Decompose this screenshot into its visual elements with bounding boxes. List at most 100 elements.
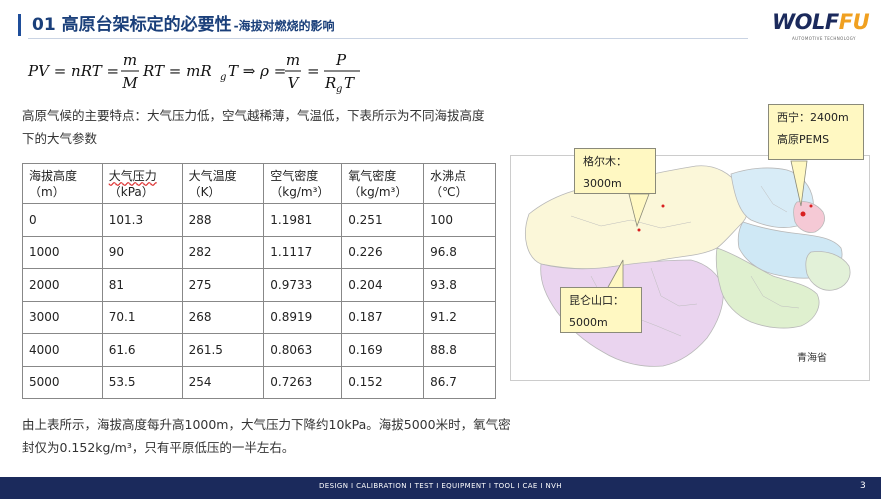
table-row: 3000 70.1 268 0.8919 0.187 91.2	[22, 300, 496, 334]
header-line2: （kg/m³）	[270, 184, 330, 199]
logo-tagline: AUTOMOTIVE TECHNOLOGY	[792, 36, 856, 41]
table-cell: 1000	[22, 235, 103, 269]
formula-frac3-den: R	[324, 74, 336, 92]
intro-paragraph: 高原气候的主要特点：大气压力低，空气越稀薄，气温低，下表所示为不同海拔高度下的大…	[22, 108, 485, 146]
formula-mid2: T ⇒ ρ =	[228, 62, 286, 80]
table-cell: 86.7	[423, 365, 496, 399]
header-line2: （℃）	[430, 184, 468, 199]
qinghai-map: 青海省	[510, 155, 870, 381]
formula-svg: PV = nRT = m M RT = mR g T ⇒ ρ = m V = P…	[27, 51, 360, 95]
title-divider	[28, 38, 748, 39]
table-cell: 0.226	[341, 235, 425, 269]
header-pressure: 大气压力 （kPa）	[101, 163, 183, 204]
callout-line1: 西宁：2400m	[777, 111, 849, 124]
table-cell: 2000	[22, 268, 103, 302]
table-row: 1000 90 282 1.1117 0.226 96.8	[22, 235, 496, 269]
formula-mid-sub: g	[220, 72, 226, 83]
callout-kunlun: 昆仑山口： 5000m	[560, 287, 642, 333]
province-label: 青海省	[797, 353, 827, 364]
table-cell: 96.8	[423, 235, 496, 269]
table-cell: 53.5	[101, 365, 183, 399]
brand-logo: WOLFFU AUTOMOTIVE TECHNOLOGY	[772, 8, 872, 44]
table-cell: 61.6	[101, 333, 183, 367]
title-bar: 01 高原台架标定的必要性 -海拔对燃烧的影响	[0, 0, 881, 46]
table-cell: 0.152	[341, 365, 425, 399]
table-cell: 90	[101, 235, 183, 269]
logo-main: WOLF	[772, 10, 839, 34]
header-line1: 大气温度	[188, 168, 237, 183]
header-air-density: 空气密度 （kg/m³）	[263, 163, 343, 204]
table-cell: 0.8919	[263, 300, 343, 334]
formula-frac3-num: P	[335, 51, 347, 69]
header-line2: （m）	[29, 184, 65, 199]
callout-xining: 西宁：2400m 高原PEMS	[768, 104, 864, 160]
table-cell: 4000	[22, 333, 103, 367]
table-cell: 0.7263	[263, 365, 343, 399]
formula-frac3-den-tail: T	[344, 74, 355, 92]
map-region-xining	[793, 201, 825, 233]
formula-frac1-den: M	[121, 74, 138, 92]
table-row: 5000 53.5 254 0.7263 0.152 86.7	[22, 365, 496, 399]
header-line2: （kg/m³）	[348, 184, 408, 199]
table-cell: 1.1117	[263, 235, 343, 269]
formula-frac3-den-sub: g	[336, 84, 342, 95]
header-oxygen-density: 氧气密度 （kg/m³）	[341, 163, 425, 204]
header-line2: （kPa）	[108, 184, 154, 199]
table-cell: 254	[181, 365, 265, 399]
header-temperature: 大气温度 （K）	[181, 163, 265, 204]
map-svg	[525, 160, 851, 367]
table-cell: 0.9733	[263, 268, 343, 302]
formula-frac1-num: m	[123, 51, 137, 69]
table-cell: 282	[181, 235, 265, 269]
callout-line2: 3000m	[583, 177, 622, 190]
table-row: 0 101.3 288 1.1981 0.251 100	[22, 203, 496, 237]
table-cell: 0.169	[341, 333, 425, 367]
conclusion-paragraph: 由上表所示，海拔高度每升高1000m，大气压力下降约10kPa。海拔5000米时…	[22, 417, 511, 455]
title-subtitle: -海拔对燃烧的影响	[233, 19, 335, 33]
table-cell: 1.1981	[263, 203, 343, 237]
table-cell: 93.8	[423, 268, 496, 302]
title-main: 01 高原台架标定的必要性	[32, 15, 232, 35]
page-title: 01 高原台架标定的必要性 -海拔对燃烧的影响	[32, 10, 335, 35]
header-line1: 水沸点	[430, 168, 467, 183]
table-cell: 81	[101, 268, 183, 302]
city-marker	[661, 204, 665, 208]
formula-frac2-den: V	[288, 74, 301, 92]
xining-marker	[800, 211, 806, 217]
title-accent-bar	[18, 14, 21, 36]
table-cell: 275	[181, 268, 265, 302]
table-cell: 70.1	[101, 300, 183, 334]
footer-tagline: DESIGN I CALIBRATION I TEST I EQUIPMENT …	[319, 482, 562, 490]
table-cell: 5000	[22, 365, 103, 399]
city-marker	[809, 204, 813, 208]
table-cell: 3000	[22, 300, 103, 334]
table-cell: 268	[181, 300, 265, 334]
callout-line1: 昆仑山口：	[569, 294, 624, 307]
page-number: 3	[860, 481, 866, 491]
table-cell: 88.8	[423, 333, 496, 367]
table-cell: 101.3	[101, 203, 183, 237]
table-cell: 0.204	[341, 268, 425, 302]
table-cell: 91.2	[423, 300, 496, 334]
gas-law-formula: PV = nRT = m M RT = mR g T ⇒ ρ = m V = P…	[27, 48, 388, 96]
table-cell: 288	[181, 203, 265, 237]
callout-line1: 格尔木：	[583, 155, 627, 168]
data-table: 海拔高度 （m） 大气压力 （kPa） 大气温度 （K） 空气密度 （kg/m³） 氧气…	[22, 163, 496, 399]
header-line1: 氧气密度	[348, 168, 397, 183]
table-header-row: 海拔高度 （m） 大气压力 （kPa） 大气温度 （K） 空气密度 （kg/m³） 氧气…	[22, 163, 496, 204]
formula-frac2-num: m	[286, 51, 300, 69]
formula-mid: RT = mR	[142, 62, 212, 80]
table-row: 2000 81 275 0.9733 0.204 93.8	[22, 268, 496, 302]
header-altitude: 海拔高度 （m）	[22, 163, 103, 204]
table-cell: 0.187	[341, 300, 425, 334]
table-cell: 100	[423, 203, 496, 237]
slide: 01 高原台架标定的必要性 -海拔对燃烧的影响 WOLFFU AUTOMOTIVE…	[0, 0, 881, 499]
header-line1: 海拔高度	[29, 168, 78, 183]
callout-geermu: 格尔木： 3000m	[574, 148, 656, 194]
header-boiling-point: 水沸点 （℃）	[423, 163, 496, 204]
callout-line2: 5000m	[569, 316, 608, 329]
header-line2: （K）	[188, 184, 221, 199]
logo-accent: FU	[838, 10, 870, 34]
table-cell: 0.8063	[263, 333, 343, 367]
table-row: 4000 61.6 261.5 0.8063 0.169 88.8	[22, 333, 496, 367]
